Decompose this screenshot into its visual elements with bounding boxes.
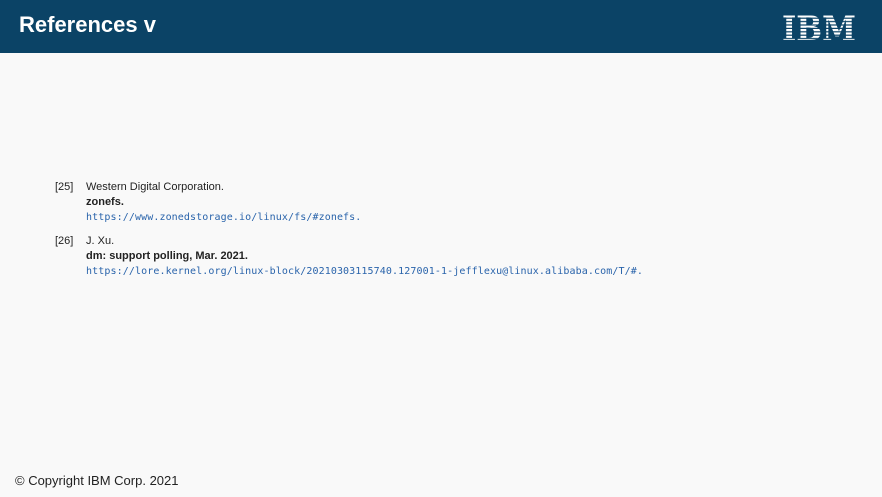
reference-title: zonefs.	[86, 196, 124, 208]
header-bar: References v IBM	[0, 0, 882, 53]
svg-text:IBM: IBM	[782, 12, 856, 42]
reference-title: dm: support polling, Mar. 2021.	[86, 250, 248, 262]
reference-entry: [25] Western Digital Corporation. zonefs…	[55, 180, 855, 225]
reference-number: [26]	[55, 235, 74, 247]
copyright-footer: © Copyright IBM Corp. 2021	[15, 473, 179, 488]
references-list: [25] Western Digital Corporation. zonefs…	[55, 180, 855, 288]
ibm-logo-icon: IBM	[782, 12, 856, 42]
reference-author: J. Xu.	[86, 235, 115, 247]
reference-entry: [26] J. Xu. dm: support polling, Mar. 20…	[55, 234, 855, 279]
reference-link[interactable]: https://lore.kernel.org/linux-block/2021…	[86, 266, 643, 277]
reference-author: Western Digital Corporation.	[86, 181, 224, 193]
reference-number: [25]	[55, 181, 74, 193]
slide-title: References v	[19, 12, 156, 37]
reference-link[interactable]: https://www.zonedstorage.io/linux/fs/#zo…	[86, 212, 361, 223]
